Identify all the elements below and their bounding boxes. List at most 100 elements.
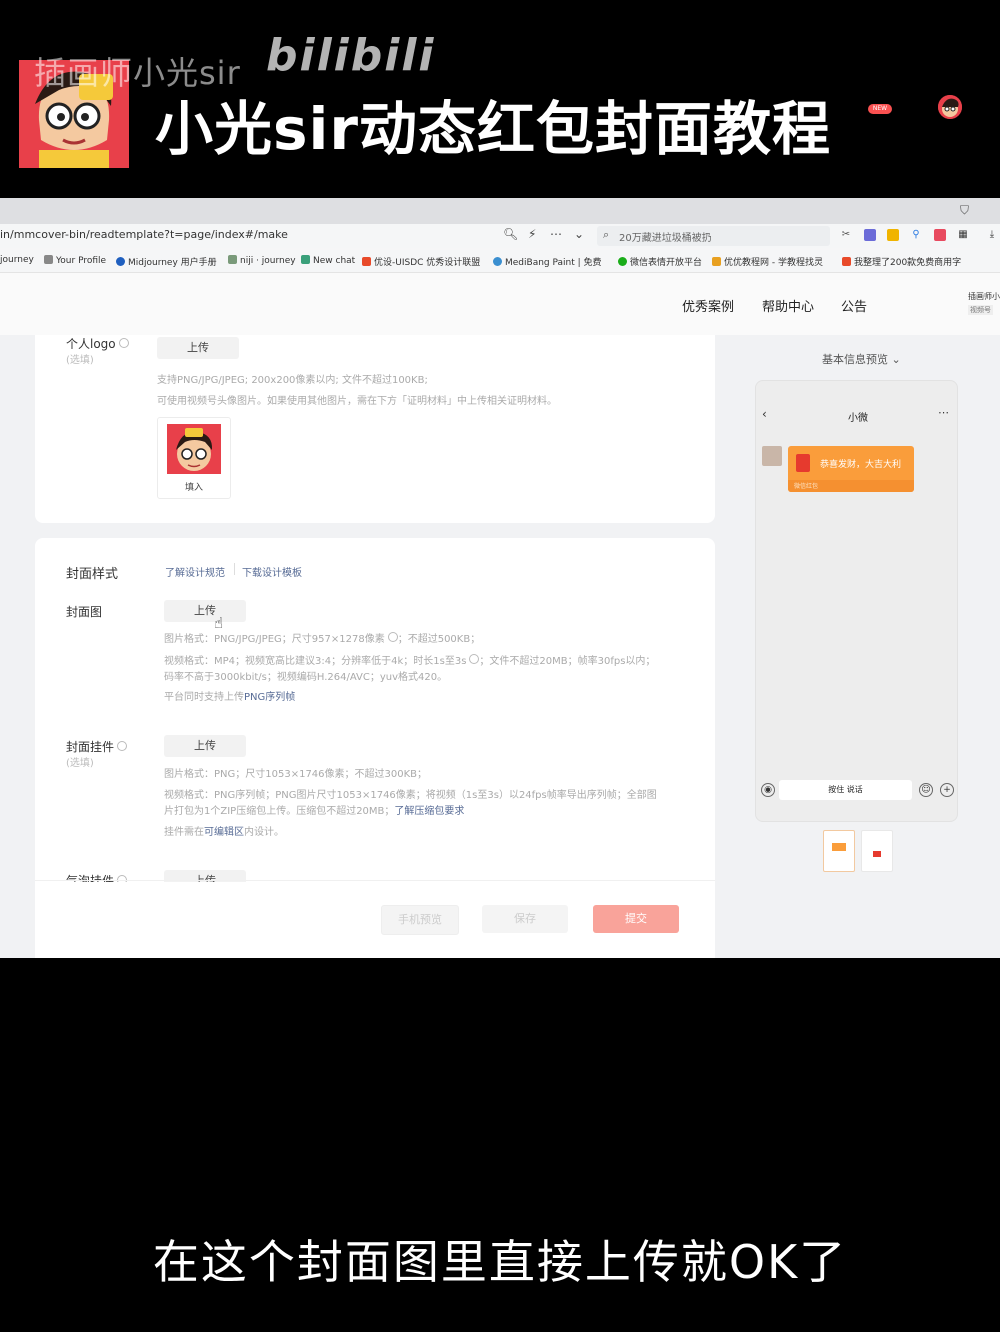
chevron-down-icon: ⌄ xyxy=(891,353,901,366)
bookmark-item[interactable]: 我整理了200款免费商用字 xyxy=(842,255,961,268)
bookmark-item[interactable]: New chat xyxy=(301,255,355,266)
bookmark-icon xyxy=(493,257,502,266)
logo-hint-format: 支持PNG/JPG/JPEG; 200x200像素以内; 文件不超过100KB; xyxy=(157,375,428,386)
logo-hint-source: 可使用视频号头像图片。如果使用其他图片，需在下方「证明材料」中上传相关证明材料。 xyxy=(157,396,557,407)
footer-divider xyxy=(35,880,715,881)
bookmark-icon xyxy=(301,255,310,264)
fill-in-link[interactable]: 填入 xyxy=(158,480,230,493)
chat-title: 小微 xyxy=(848,413,868,424)
thumb-red-packet xyxy=(832,843,846,851)
nav-help-center[interactable]: 帮助中心 xyxy=(762,296,814,315)
png-sequence-hint: 平台同时支持上传PNG序列帧 xyxy=(164,692,296,703)
back-arrow-icon: ‹ xyxy=(762,407,767,421)
png-sequence-link[interactable]: PNG序列帧 xyxy=(244,692,295,703)
nav-excellent-cases[interactable]: 优秀案例 xyxy=(682,296,734,315)
logo-upload-button[interactable]: 上传 xyxy=(157,337,239,359)
link-divider xyxy=(234,563,235,575)
red-packet-text: 恭喜发财，大吉大利 xyxy=(820,460,902,470)
bookmarks-bar: journey Your Profile Midjourney 用户手册 nij… xyxy=(0,250,1000,273)
bookmark-item[interactable]: 优设-UISDC 优秀设计联盟 xyxy=(362,255,480,268)
bookmark-icon xyxy=(228,255,237,264)
submit-button[interactable]: 提交 xyxy=(593,905,679,933)
logo-label: 个人logo xyxy=(66,335,129,352)
chat-avatar xyxy=(762,446,782,466)
bookmark-item[interactable]: 优优教程网 - 学教程找灵 xyxy=(712,255,823,268)
download-icon[interactable]: ⤓ xyxy=(986,229,998,241)
bookmark-item[interactable]: Your Profile xyxy=(44,255,106,266)
cover-pendant-optional: (选填) xyxy=(66,758,94,769)
site-header: 优秀案例 帮助中心 公告 插画师小 视频号 xyxy=(0,273,1000,335)
cover-video-hint-codec: 码率不高于3000kbit/s；视频编码H.264/AVC；yuv格式420。 xyxy=(164,672,448,683)
avatar-icon xyxy=(938,95,962,119)
more-icon[interactable]: ⋯ xyxy=(550,227,562,241)
grid-icon[interactable]: ▦ xyxy=(957,229,969,241)
bookmark-icon xyxy=(618,257,627,266)
user-name: 插画师小 xyxy=(968,292,1000,301)
bookmark-icon xyxy=(362,257,371,266)
cover-pendant-upload-button[interactable]: 上传 xyxy=(164,735,246,757)
url-input[interactable]: in/mmcover-bin/readtemplate?t=page/index… xyxy=(0,228,288,241)
extension-icon[interactable] xyxy=(934,229,946,241)
logo-thumbnail[interactable]: 填入 xyxy=(157,417,231,499)
tab-pin-icon[interactable]: ⛉ xyxy=(960,203,969,218)
save-button[interactable]: 保存 xyxy=(482,905,568,933)
tab-bar: ⛉ xyxy=(0,198,1000,224)
shield-icon[interactable] xyxy=(887,229,899,241)
chevron-down-icon[interactable]: ⌄ xyxy=(574,227,584,241)
info-icon[interactable] xyxy=(469,654,480,664)
preview-thumb-chat[interactable] xyxy=(823,830,855,872)
cover-style-card xyxy=(35,538,715,958)
bookmark-icon xyxy=(842,257,851,266)
design-spec-link[interactable]: 了解设计规范 xyxy=(165,564,225,579)
info-icon[interactable] xyxy=(387,632,398,642)
user-tag: 视频号 xyxy=(968,305,993,315)
thumb-red-packet xyxy=(873,851,881,857)
logo-card xyxy=(35,335,715,523)
section-title: 封面样式 xyxy=(66,567,119,582)
pin-icon[interactable]: ⚲ xyxy=(910,229,922,241)
preview-thumb-detail[interactable] xyxy=(861,830,893,872)
info-icon[interactable] xyxy=(118,338,129,348)
search-icon: ⌕ xyxy=(603,228,610,241)
nav-announcement[interactable]: 公告 xyxy=(841,296,867,315)
video-subtitle: 在这个封面图里直接上传就OK了 xyxy=(152,1235,848,1289)
bookmark-item[interactable]: journey xyxy=(0,255,34,265)
scissors-icon[interactable]: ✂ xyxy=(840,229,852,241)
bookmark-item[interactable]: Midjourney 用户手册 xyxy=(116,255,217,268)
cartoon-avatar-icon xyxy=(167,424,221,474)
search-input[interactable]: ⌕ 20万藏进垃圾桶被扔 xyxy=(597,226,830,246)
cover-video-hint: 视频格式：MP4；视频宽高比建议3:4；分辨率低于4k；时长1s至3s ；文件不超… xyxy=(164,654,656,667)
logo-optional: (选填) xyxy=(66,355,94,366)
bookmark-item[interactable]: MediBang Paint | 免费 xyxy=(493,255,602,268)
user-avatar[interactable] xyxy=(938,95,962,119)
emoji-icon: ☺ xyxy=(919,783,933,797)
preview-dropdown[interactable]: 基本信息预览 ⌄ xyxy=(822,351,901,367)
video-title: 小光sir动态红包封面教程 xyxy=(155,95,832,163)
extension-icon[interactable] xyxy=(864,229,876,241)
red-packet-footer: 微信红包 xyxy=(794,483,819,490)
bookmark-icon xyxy=(712,257,721,266)
bookmark-icon xyxy=(116,257,125,266)
cover-image-upload-button[interactable]: 上传 xyxy=(164,600,246,622)
address-bar-row: in/mmcover-bin/readtemplate?t=page/index… xyxy=(0,224,1000,248)
zip-requirements-link[interactable]: 了解压缩包要求 xyxy=(394,806,464,817)
pendant-zip-hint: 片打包为1个ZIP压缩包上传。压缩包不超过20MB；了解压缩包要求 xyxy=(164,806,465,817)
bookmark-item[interactable]: 微信表情开放平台 xyxy=(618,255,702,268)
plus-icon: + xyxy=(940,783,954,797)
search-text: 20万藏进垃圾桶被扔 xyxy=(619,233,712,244)
cover-pendant-label: 封面挂件 xyxy=(66,738,128,755)
phone-preview-button[interactable]: 手机预览 xyxy=(381,905,459,935)
bilibili-logo: bilibili xyxy=(266,30,436,81)
bookmark-item[interactable]: niji · journey xyxy=(228,255,296,266)
pendant-hint-format: 图片格式：PNG；尺寸1053×1746像素；不超过300KB； xyxy=(164,769,428,780)
editable-area-link[interactable]: 可编辑区 xyxy=(204,827,244,838)
lightning-icon[interactable]: ⚡︎ xyxy=(528,227,536,241)
editable-area-hint: 挂件需在可编辑区内设计。 xyxy=(164,827,284,838)
zoom-icon[interactable]: 🔍︎ xyxy=(503,227,518,241)
bookmark-icon xyxy=(44,255,53,264)
info-icon[interactable] xyxy=(117,741,128,751)
download-template-link[interactable]: 下载设计模板 xyxy=(242,564,302,579)
new-badge: NEW xyxy=(868,104,892,114)
pendant-video-hint: 视频格式：PNG序列帧；PNG图片尺寸1053×1746像素；将视频（1s至3s… xyxy=(164,790,657,801)
hold-to-talk: 按住 说话 xyxy=(779,780,912,800)
